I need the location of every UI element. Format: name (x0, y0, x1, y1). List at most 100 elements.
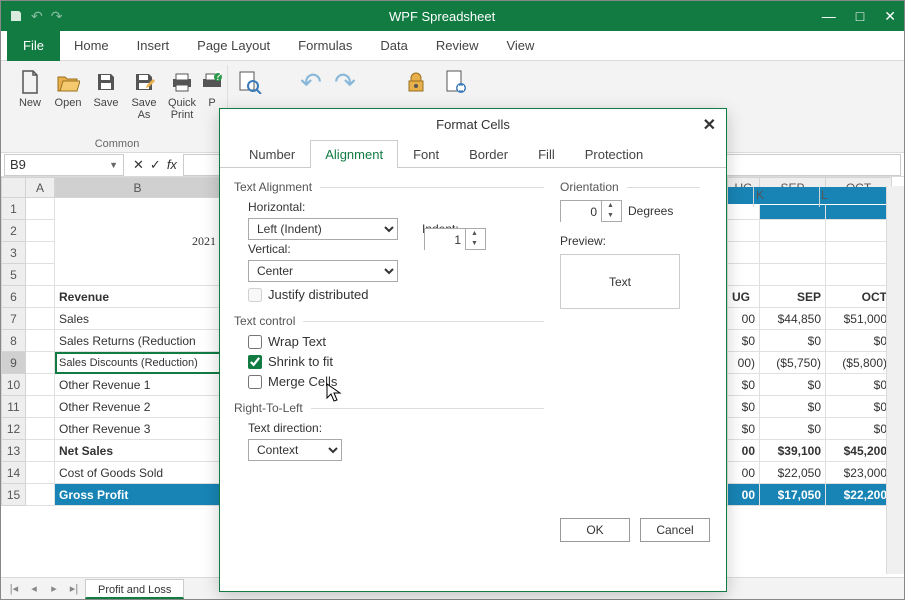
maximize-icon[interactable]: □ (856, 8, 864, 24)
row-header[interactable]: 2 (2, 220, 26, 242)
spin-down-icon[interactable]: ▼ (602, 211, 619, 221)
name-box[interactable]: B9▼ (4, 154, 124, 176)
horizontal-label: Horizontal: (248, 200, 305, 214)
spin-down-icon[interactable]: ▼ (466, 239, 483, 249)
section-orientation: Orientation (560, 180, 700, 194)
vertical-scrollbar[interactable] (886, 186, 904, 574)
wrap-checkbox[interactable]: Wrap Text (248, 334, 544, 349)
spin-up-icon[interactable]: ▲ (466, 229, 483, 239)
row-header[interactable]: 7 (2, 308, 26, 330)
tab-first-icon[interactable]: |◂ (5, 582, 23, 595)
undo-icon[interactable]: ↶ (31, 8, 43, 25)
tab-number[interactable]: Number (234, 140, 310, 168)
redo-icon[interactable]: ↷ (51, 8, 63, 25)
row-header[interactable]: 5 (2, 264, 26, 286)
tab-page-layout[interactable]: Page Layout (183, 31, 284, 61)
tab-alignment[interactable]: Alignment (310, 140, 398, 168)
sheet-tab[interactable]: Profit and Loss (85, 579, 184, 599)
cancel-icon[interactable]: ✕ (133, 157, 144, 173)
saveas-button[interactable]: Save As (125, 65, 163, 121)
cell[interactable]: Revenue (55, 286, 221, 308)
cell[interactable]: Other Revenue 1 (55, 374, 221, 396)
tab-insert[interactable]: Insert (123, 31, 184, 61)
vertical-select[interactable]: Center (248, 260, 398, 282)
indent-spinner[interactable]: ▲▼ (424, 228, 486, 250)
section-text-control: Text control (234, 314, 544, 328)
menu-bar: File Home Insert Page Layout Formulas Da… (1, 31, 904, 61)
row-header[interactable]: 11 (2, 396, 26, 418)
justify-checkbox: Justify distributed (248, 287, 544, 302)
title-bar: ↶ ↷ WPF Spreadsheet — □ ✕ (1, 1, 904, 31)
cell[interactable]: Gross Profit (55, 484, 221, 506)
row-header[interactable]: 6 (2, 286, 26, 308)
minimize-icon[interactable]: — (822, 8, 836, 24)
merge-checkbox[interactable]: Merge Cells (248, 374, 544, 389)
tab-prev-icon[interactable]: ◂ (25, 582, 43, 595)
tab-formulas[interactable]: Formulas (284, 31, 366, 61)
tab-data[interactable]: Data (366, 31, 421, 61)
col-header[interactable]: A (26, 178, 55, 198)
row-header[interactable]: 13 (2, 440, 26, 462)
row-header[interactable]: 9 (2, 352, 26, 374)
cell[interactable]: Sales (55, 308, 221, 330)
tab-review[interactable]: Review (422, 31, 493, 61)
cell[interactable]: Cost of Goods Sold (55, 462, 221, 484)
cell[interactable]: Sales Returns (Reduction (55, 330, 221, 352)
row-header[interactable]: 8 (2, 330, 26, 352)
quick-access-toolbar: ↶ ↷ (9, 8, 62, 25)
tab-border[interactable]: Border (454, 140, 523, 168)
svg-text:?: ? (214, 71, 221, 83)
selected-cell[interactable]: Sales Discounts (Reduction) (55, 352, 221, 374)
tab-protection[interactable]: Protection (570, 140, 659, 168)
enter-icon[interactable]: ✓ (150, 157, 161, 173)
row-header[interactable]: 1 (2, 198, 26, 220)
tab-last-icon[interactable]: ▸| (65, 582, 83, 595)
format-cells-dialog: Format Cells✕ Number Alignment Font Bord… (219, 108, 727, 592)
new-button[interactable]: New (11, 65, 49, 121)
cell[interactable]: Net Sales (55, 440, 221, 462)
row-header[interactable]: 14 (2, 462, 26, 484)
row-header[interactable]: 12 (2, 418, 26, 440)
preview-label: Preview: (560, 234, 680, 248)
save-icon[interactable] (9, 9, 23, 23)
formula-bar-buttons: ✕ ✓ fx (127, 157, 183, 173)
cell[interactable]: Other Revenue 3 (55, 418, 221, 440)
tab-file[interactable]: File (7, 31, 60, 61)
row-header[interactable]: 15 (2, 484, 26, 506)
ok-button[interactable]: OK (560, 518, 630, 542)
vertical-label: Vertical: (248, 242, 291, 256)
quickprint-button[interactable]: Quick Print (163, 65, 201, 121)
tab-font[interactable]: Font (398, 140, 454, 168)
shrink-checkbox[interactable]: Shrink to fit (248, 354, 544, 369)
col-header-l[interactable]: L (821, 188, 828, 202)
row-header[interactable]: 3 (2, 242, 26, 264)
dialog-title: Format Cells✕ (220, 109, 726, 139)
degrees-spinner[interactable]: ▲▼ (560, 200, 622, 222)
cell[interactable]: Other Revenue 2 (55, 396, 221, 418)
text-direction-label: Text direction: (248, 421, 322, 435)
tab-next-icon[interactable]: ▸ (45, 582, 63, 595)
select-all[interactable] (2, 178, 26, 198)
ribbon-group-common: New Open Save Save As Quick Print ?P Com… (7, 65, 228, 152)
year-cell[interactable]: 2021 (55, 198, 221, 286)
row-header[interactable]: 10 (2, 374, 26, 396)
text-direction-select[interactable]: Context (248, 439, 342, 461)
section-text-alignment: Text Alignment (234, 180, 544, 194)
close-icon[interactable]: ✕ (884, 8, 896, 25)
chevron-down-icon[interactable]: ▼ (109, 160, 118, 170)
col-header[interactable]: B (55, 178, 221, 198)
dialog-close-icon[interactable]: ✕ (703, 115, 716, 135)
spin-up-icon[interactable]: ▲ (602, 201, 619, 211)
horizontal-select[interactable]: Left (Indent) (248, 218, 398, 240)
tab-fill[interactable]: Fill (523, 140, 570, 168)
fx-icon[interactable]: fx (167, 157, 177, 172)
section-rtl: Right-To-Left (234, 401, 544, 415)
save-button[interactable]: Save (87, 65, 125, 121)
tab-home[interactable]: Home (60, 31, 123, 61)
degrees-label: Degrees (628, 204, 673, 218)
tab-view[interactable]: View (492, 31, 548, 61)
dialog-tabs: Number Alignment Font Border Fill Protec… (220, 139, 726, 168)
open-button[interactable]: Open (49, 65, 87, 121)
cancel-button[interactable]: Cancel (640, 518, 710, 542)
col-header-k[interactable]: K (756, 188, 764, 202)
